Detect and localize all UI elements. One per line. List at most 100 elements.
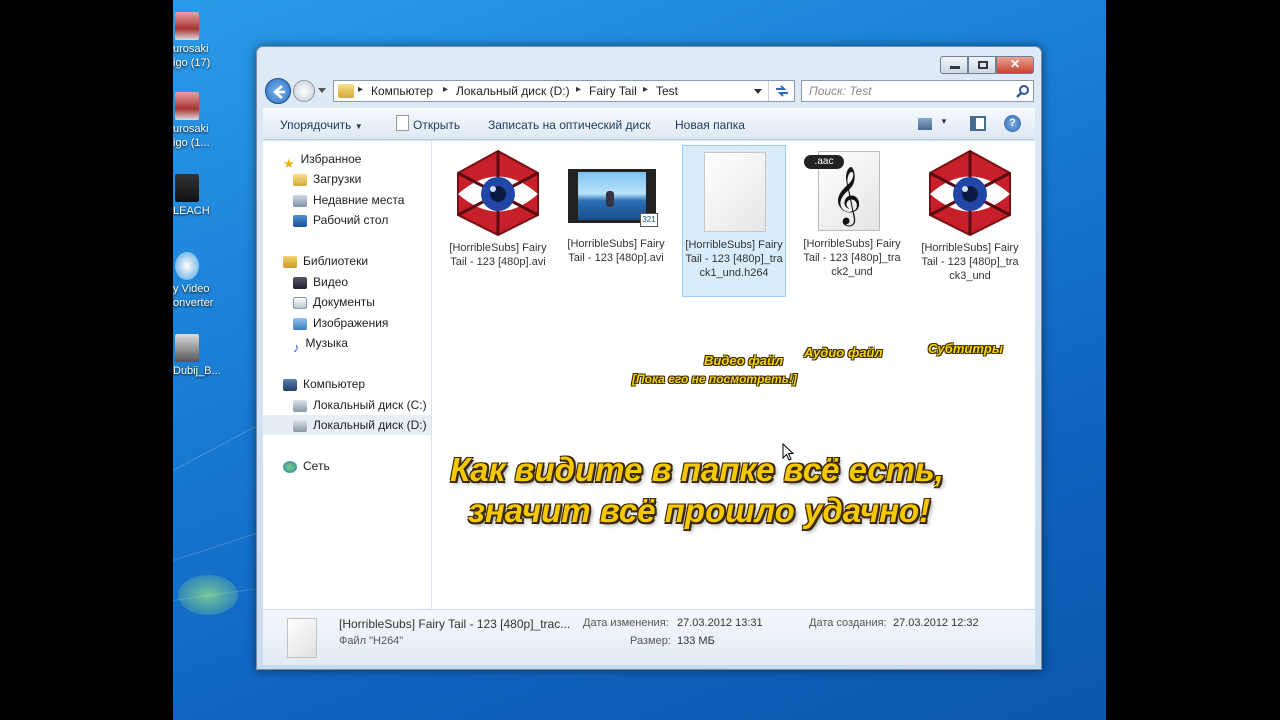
breadcrumb-computer[interactable]: Компьютер: [371, 84, 433, 98]
help-icon[interactable]: ?: [1004, 115, 1021, 132]
open-file-icon: [396, 115, 409, 131]
nav-label: Видео: [313, 275, 349, 289]
details-created-value: 27.03.2012 12:32: [893, 617, 979, 629]
address-bar[interactable]: ▸ Компьютер ▸ Локальный диск (D:) ▸ Fair…: [333, 80, 795, 102]
annotation-video-note: [Пока его не посмотреть!]: [632, 372, 797, 386]
minimize-button[interactable]: [940, 56, 968, 74]
annotation-main-line1: Как видите в папке всё есть,: [450, 451, 944, 488]
video-converter-icon: [175, 252, 199, 280]
forward-button[interactable]: [293, 80, 315, 102]
file-item[interactable]: 321 [HorribleSubs] Fairy Tail - 123 [480…: [564, 149, 668, 265]
hard-disk-icon: [293, 419, 307, 432]
file-item-selected[interactable]: [HorribleSubs] Fairy Tail - 123 [480p]_t…: [682, 145, 786, 297]
desktop-icon[interactable]: Dubij_B...: [173, 334, 233, 378]
nav-desktop[interactable]: Рабочий стол: [293, 210, 388, 230]
hard-disk-icon: [293, 399, 307, 412]
nav-music[interactable]: ♪ Музыка: [293, 333, 348, 355]
search-icon[interactable]: [1016, 84, 1030, 98]
nav-downloads[interactable]: Загрузки: [293, 169, 361, 189]
new-folder-button[interactable]: Новая папка: [675, 118, 745, 132]
desktop-icon[interactable]: urosaki igo (1...: [173, 92, 233, 150]
organize-button[interactable]: Упорядочить ▼: [280, 118, 363, 132]
blank-file-icon: [686, 150, 782, 238]
details-modified-label: Дата изменения:: [583, 617, 669, 629]
details-filetype: Файл "H264": [339, 635, 404, 647]
file-name: [HorribleSubs] Fairy Tail - 123 [480p]_t…: [803, 238, 901, 278]
breadcrumb-test[interactable]: Test: [656, 84, 678, 98]
nav-label: Локальный диск (D:): [313, 418, 427, 432]
chevron-down-icon[interactable]: [318, 88, 326, 94]
nav-label: Избранное: [300, 152, 362, 166]
file-name: [HorribleSubs] Fairy Tail - 123 [480p].a…: [449, 242, 547, 268]
recent-places-icon: [293, 194, 307, 207]
nav-label: Библиотеки: [303, 254, 369, 268]
details-filename: [HorribleSubs] Fairy Tail - 123 [480p]_t…: [339, 617, 571, 631]
video-library-icon: [293, 276, 307, 289]
details-size-label: Размер:: [630, 635, 671, 647]
organize-label: Упорядочить: [280, 118, 352, 132]
aegisub-eye-icon: [929, 149, 1011, 237]
nav-label: Компьютер: [303, 377, 366, 391]
documents-icon: [293, 296, 307, 309]
chevron-down-icon[interactable]: [754, 89, 762, 95]
file-item[interactable]: [HorribleSubs] Fairy Tail - 123 [480p]_t…: [918, 149, 1022, 283]
file-name: [HorribleSubs] Fairy Tail - 123 [480p]_t…: [685, 239, 783, 279]
nav-label: Музыка: [305, 336, 348, 350]
chevron-down-icon[interactable]: ▼: [940, 117, 948, 126]
file-item[interactable]: .aac 𝄞 [HorribleSubs] Fairy Tail - 123 […: [800, 149, 904, 279]
mouse-cursor-icon: [782, 443, 794, 461]
open-button[interactable]: Открыть: [413, 118, 460, 132]
refresh-icon[interactable]: [774, 84, 790, 98]
close-button[interactable]: ✕: [996, 56, 1034, 74]
nav-libraries[interactable]: Библиотеки: [283, 251, 368, 271]
network-icon: [283, 460, 297, 473]
folder-icon: [338, 84, 354, 98]
breadcrumb-separator: ▸: [643, 84, 649, 95]
breadcrumb-separator: ▸: [358, 84, 364, 95]
divider: [768, 81, 769, 101]
desktop-icon[interactable]: LEACH: [173, 174, 233, 218]
treble-clef-icon: 𝄞: [832, 166, 862, 224]
breadcrumb-disk-d[interactable]: Локальный диск (D:): [456, 84, 570, 98]
breadcrumb-fairy-tail[interactable]: Fairy Tail: [589, 84, 637, 98]
file-item[interactable]: [HorribleSubs] Fairy Tail - 123 [480p].a…: [446, 149, 550, 269]
back-button[interactable]: [265, 78, 291, 104]
libraries-icon: [283, 255, 297, 268]
nav-label: Рабочий стол: [313, 213, 389, 227]
desktop-icon[interactable]: y Video onverter: [173, 252, 233, 310]
downloads-folder-icon: [293, 173, 307, 186]
details-pane: [HorribleSubs] Fairy Tail - 123 [480p]_t…: [263, 609, 1035, 665]
command-bar: Упорядочить ▼ Открыть Записать на оптиче…: [263, 108, 1035, 140]
nav-disk-c[interactable]: Локальный диск (C:): [293, 395, 427, 415]
wallpaper-glow: [178, 575, 238, 615]
nav-label: Недавние места: [313, 193, 405, 207]
preview-pane-icon[interactable]: [970, 116, 986, 131]
annotation-video-label: Видео файл: [704, 353, 784, 368]
nav-label: Документы: [313, 295, 375, 309]
maximize-button[interactable]: [968, 56, 996, 74]
burn-disc-button[interactable]: Записать на оптический диск: [488, 118, 651, 132]
views-icon[interactable]: [918, 118, 932, 130]
explorer-window: ✕ ▸ Компьютер ▸ Локальный диск (D:) ▸ Fa…: [256, 46, 1042, 670]
nav-pictures[interactable]: Изображения: [293, 313, 388, 333]
nav-favorites[interactable]: ★ Избранное: [283, 149, 362, 171]
nav-label: Изображения: [313, 316, 389, 330]
desktop-icon-label: y Video onverter: [173, 283, 214, 309]
bleach-icon: [175, 174, 199, 202]
minimize-icon: [950, 66, 960, 69]
aegisub-eye-icon: [457, 149, 539, 237]
search-input[interactable]: Поиск: Test: [801, 80, 1034, 102]
annotation-subtitles-label: Субтитры: [928, 341, 1003, 356]
nav-disk-d[interactable]: Локальный диск (D:): [263, 415, 431, 435]
desktop-icon[interactable]: urosaki igo (17): [173, 12, 233, 70]
nav-video[interactable]: Видео: [293, 272, 348, 292]
arrow-left-icon: [273, 85, 285, 99]
nav-computer[interactable]: Компьютер: [283, 374, 365, 394]
nav-documents[interactable]: Документы: [293, 292, 375, 312]
star-icon: ★: [283, 155, 295, 171]
nav-recent[interactable]: Недавние места: [293, 190, 404, 210]
search-placeholder: Поиск: Test: [809, 84, 872, 98]
chevron-down-icon: ▼: [354, 122, 363, 131]
nav-label: Сеть: [303, 459, 330, 473]
nav-network[interactable]: Сеть: [283, 456, 330, 476]
